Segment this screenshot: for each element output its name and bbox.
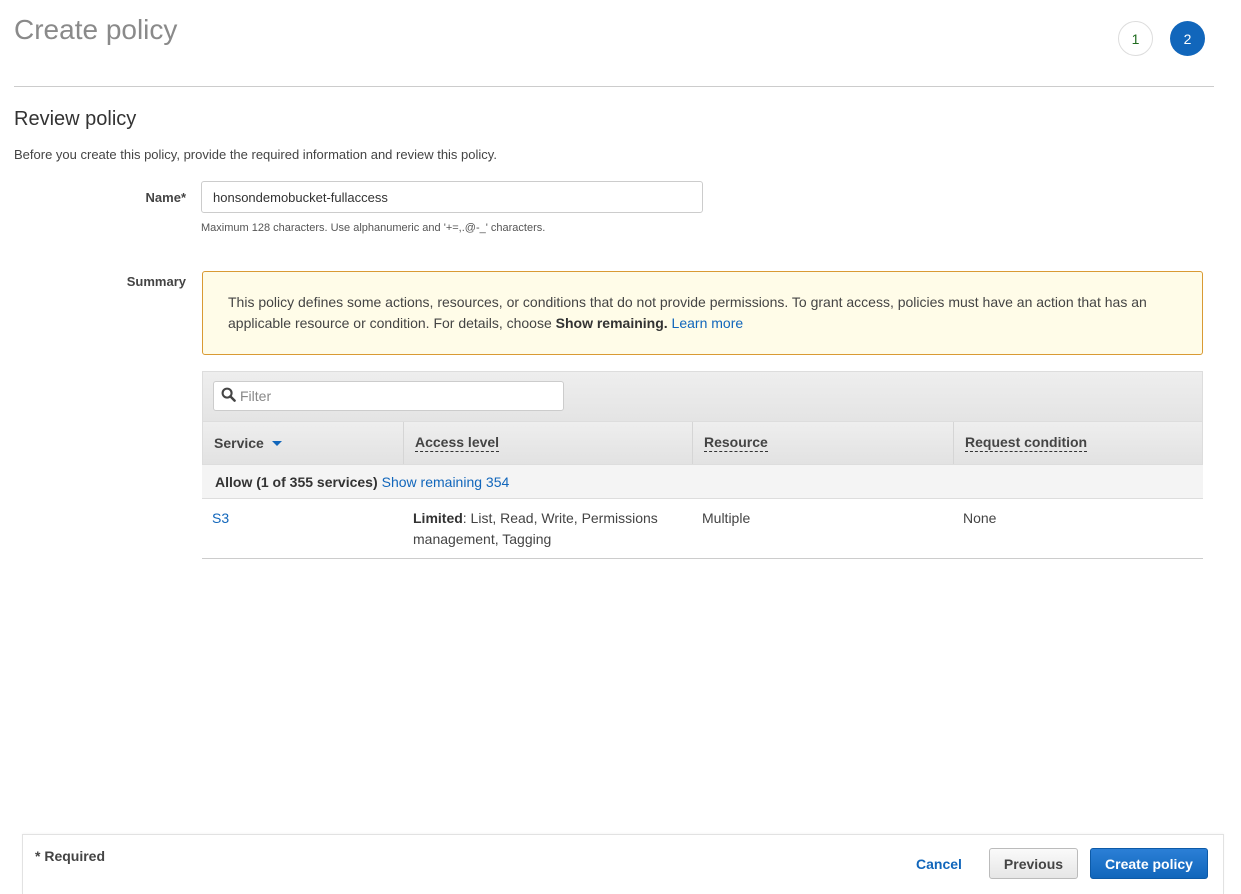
service-cell: S3 (202, 508, 403, 550)
section-description: Before you create this policy, provide t… (14, 147, 497, 162)
page-title: Create policy (14, 14, 178, 45)
column-header-access-level[interactable]: Access level (404, 422, 693, 464)
sort-caret-down-icon[interactable] (271, 440, 282, 446)
name-hint: Maximum 128 characters. Use alphanumeric… (201, 222, 546, 234)
cancel-button[interactable]: Cancel (903, 848, 975, 879)
search-icon (221, 387, 236, 405)
column-header-service[interactable]: Service (203, 422, 404, 464)
column-header-resource[interactable]: Resource (693, 422, 954, 464)
filter-field[interactable] (213, 381, 564, 411)
section-title: Review policy (14, 108, 137, 130)
policy-summary-table: Service Access level Resource Request co… (202, 371, 1203, 559)
column-label: Access level (415, 433, 500, 452)
column-label: Request condition (965, 433, 1088, 452)
required-note: * Required (35, 848, 106, 864)
table-row: S3 Limited: List, Read, Write, Permissio… (202, 499, 1203, 559)
column-header-request-condition[interactable]: Request condition (954, 422, 1202, 464)
group-label: Allow (1 of 355 services) (215, 473, 378, 490)
step-2: 2 (1170, 21, 1205, 56)
title-divider (14, 86, 1214, 87)
policy-name-input[interactable] (201, 181, 703, 213)
footer-bar: * Required Cancel Previous Create policy (22, 834, 1224, 894)
service-link-s3[interactable]: S3 (212, 510, 229, 526)
resource-cell: Multiple (702, 510, 751, 526)
column-label: Resource (704, 433, 768, 452)
previous-button[interactable]: Previous (989, 848, 1078, 879)
allow-group-row: Allow (1 of 355 services) Show remaining… (202, 465, 1203, 499)
table-header: Service Access level Resource Request co… (202, 421, 1203, 465)
learn-more-link[interactable]: Learn more (672, 315, 744, 331)
access-level-bold: Limited (413, 510, 463, 526)
summary-label: Summary (126, 274, 186, 289)
filter-bar (202, 371, 1203, 421)
alert-bold-text: Show remaining. (555, 315, 668, 331)
show-remaining-link[interactable]: Show remaining 354 (382, 474, 510, 490)
step-1[interactable]: 1 (1118, 21, 1153, 56)
access-level-cell: Limited: List, Read, Write, Permissions … (403, 508, 692, 550)
request-condition-cell: None (963, 510, 997, 526)
wizard-steps: 1 2 (1118, 21, 1205, 56)
warning-alert: This policy defines some actions, resour… (202, 271, 1203, 355)
column-label: Service (214, 435, 264, 451)
filter-input[interactable] (240, 388, 563, 404)
name-label: Name* (145, 190, 186, 205)
create-policy-button[interactable]: Create policy (1090, 848, 1208, 879)
